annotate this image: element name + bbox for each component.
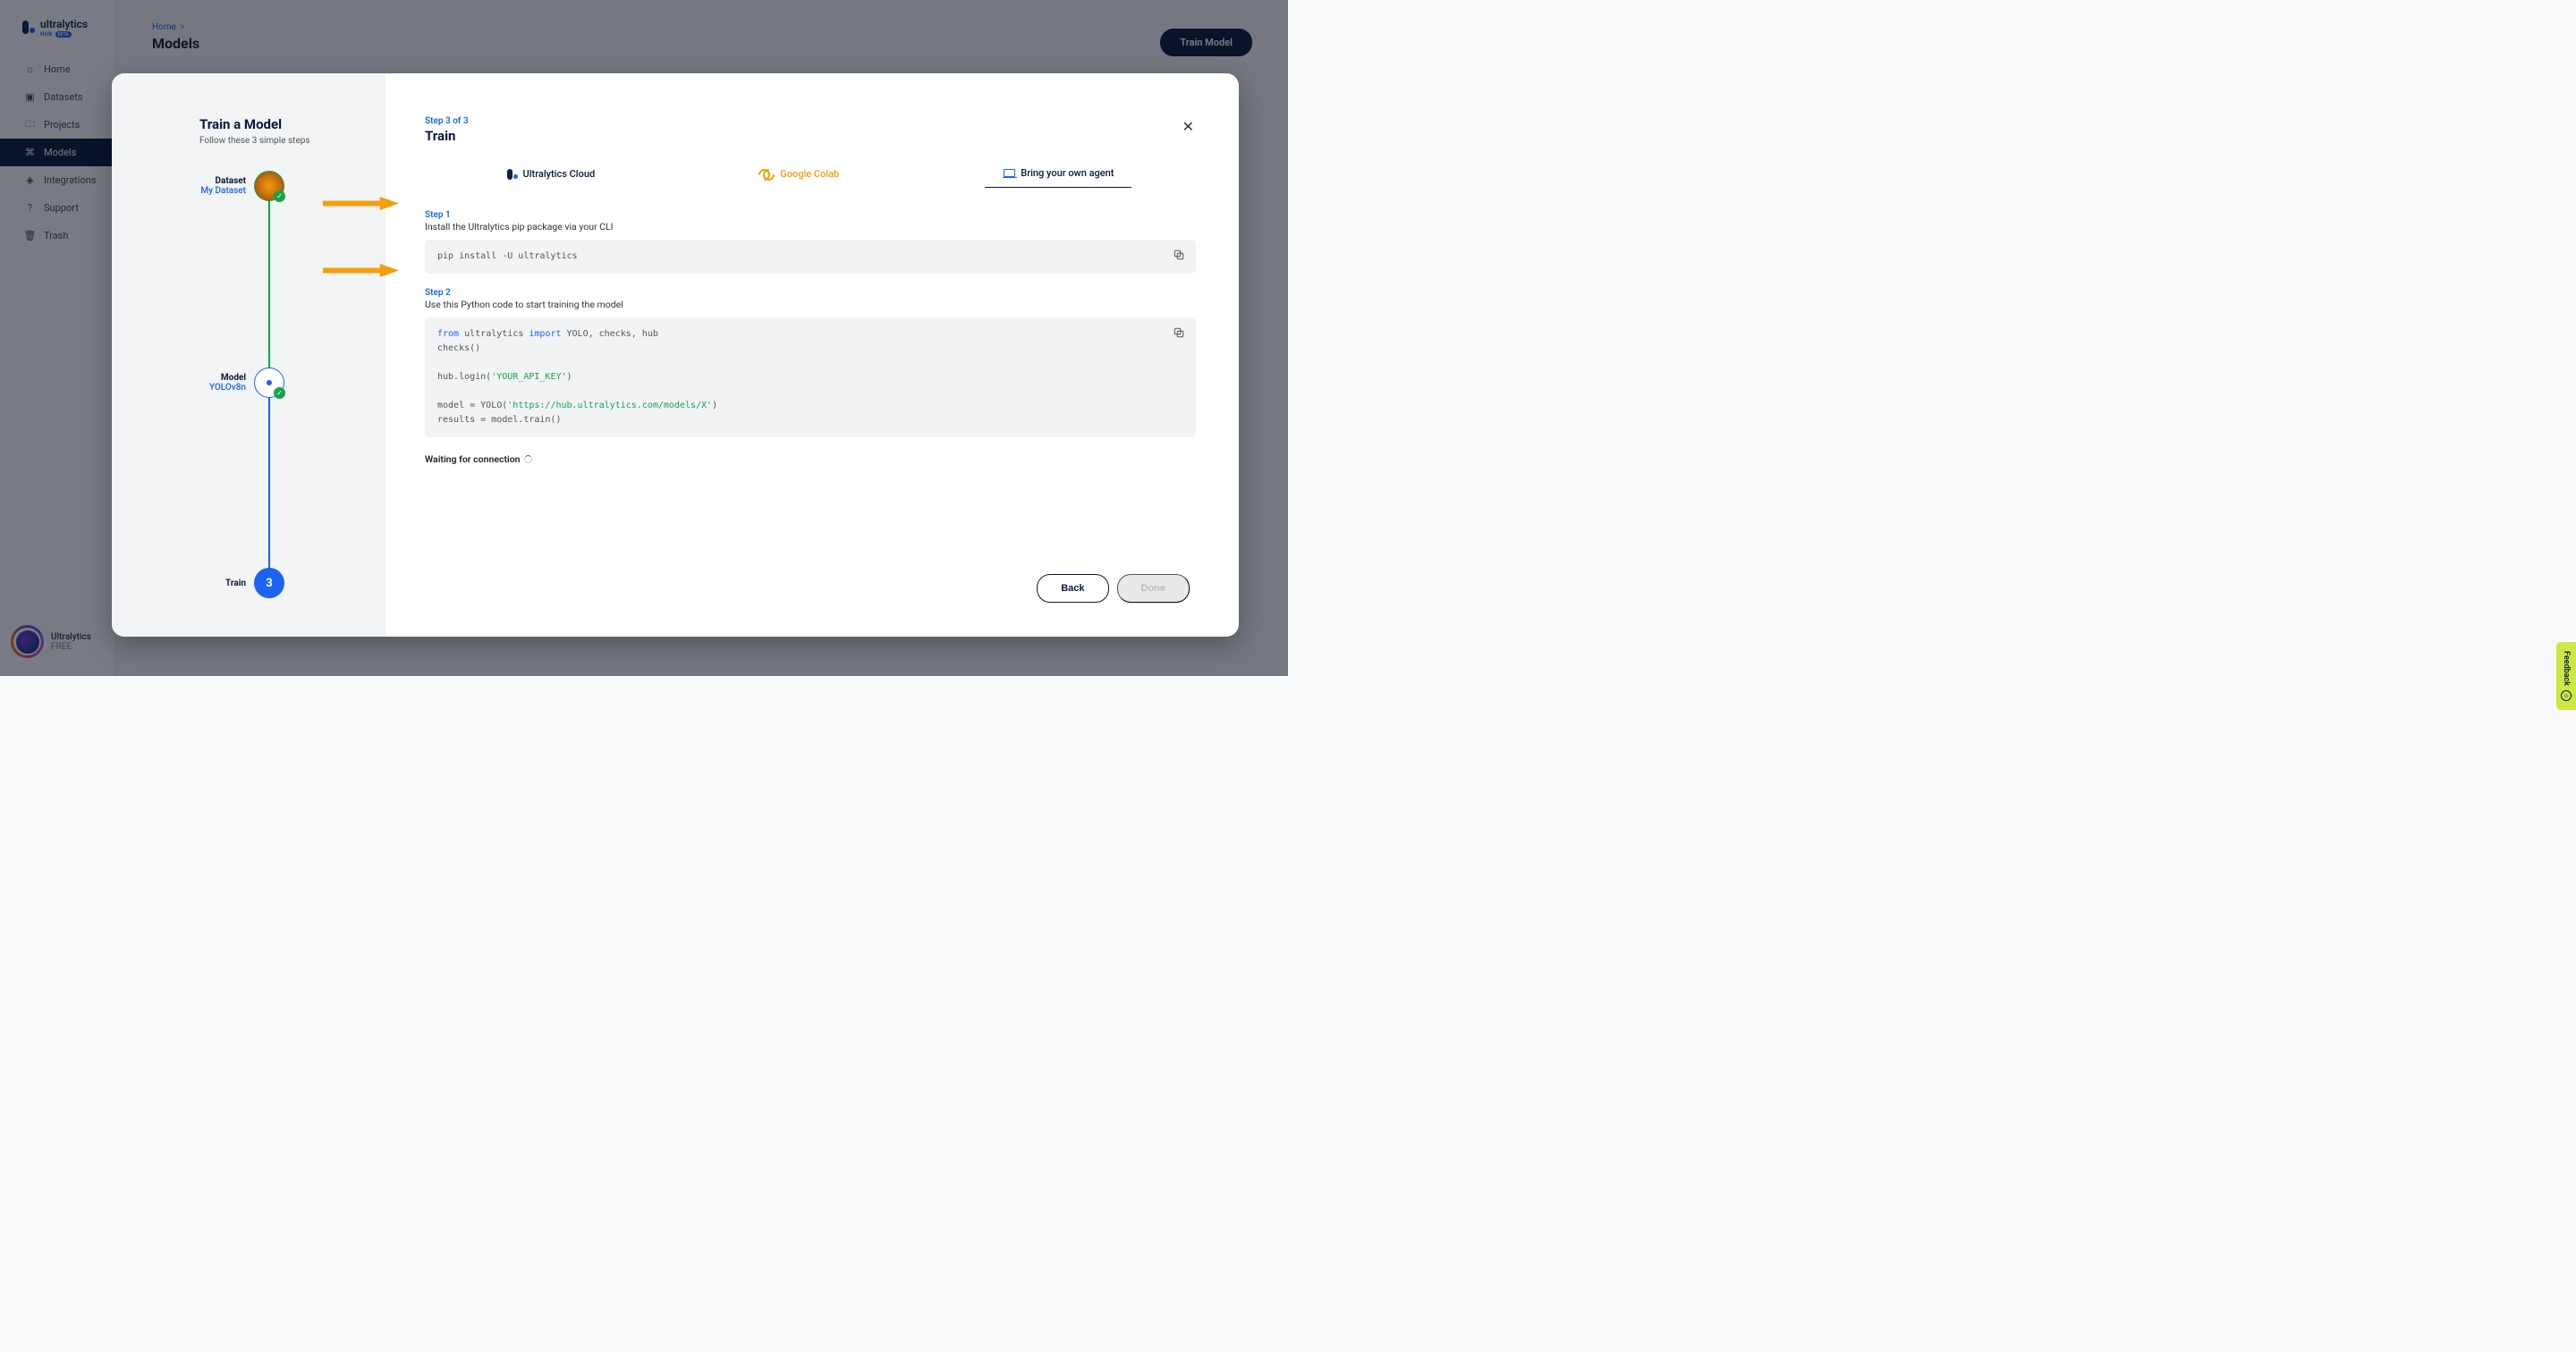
train-tabs: Ultralytics Cloud Google Colab Bring you… bbox=[425, 160, 1196, 188]
code-str: 'https://hub.ultralytics.com/models/X' bbox=[507, 401, 712, 410]
train-panel-title: Train bbox=[425, 128, 1196, 144]
code-text: checks() bbox=[437, 343, 480, 353]
step2-desc: Use this Python code to start training t… bbox=[425, 299, 1196, 310]
stepper-label: Train bbox=[225, 579, 246, 588]
stepper-label: Model bbox=[209, 373, 246, 383]
copy-button[interactable] bbox=[1173, 249, 1185, 261]
tab-label: Google Colab bbox=[780, 168, 839, 180]
code-text: pip install -U ultralytics bbox=[437, 251, 578, 261]
code-kw: import bbox=[529, 329, 561, 339]
code-text: ) bbox=[567, 372, 572, 382]
step1-label: Step 1 bbox=[425, 210, 1196, 220]
modal-title: Train a Model bbox=[199, 116, 359, 132]
step2-label: Step 2 bbox=[425, 288, 1196, 298]
train-modal: Train a Model Follow these 3 simple step… bbox=[112, 73, 1239, 637]
step-indicator: Step 3 of 3 bbox=[425, 116, 1196, 126]
stepper-node-dataset[interactable]: Dataset My Dataset ✓ bbox=[200, 171, 284, 201]
ultralytics-cloud-icon bbox=[507, 169, 518, 180]
tab-label: Ultralytics Cloud bbox=[523, 168, 596, 180]
waiting-text: Waiting for connection bbox=[425, 453, 521, 465]
tab-bring-your-own-agent[interactable]: Bring your own agent bbox=[985, 160, 1131, 188]
tab-label: Bring your own agent bbox=[1021, 167, 1114, 179]
modal-footer: Back Done bbox=[1037, 574, 1190, 603]
stepper-value: YOLOv8n bbox=[209, 383, 246, 393]
code-text: YOLO, checks, hub bbox=[562, 329, 658, 339]
model-node-icon: ✓ bbox=[254, 368, 284, 398]
step1-block: Step 1 Install the Ultralytics pip packa… bbox=[425, 210, 1196, 274]
stepper: Dataset My Dataset ✓ Model YOLOv8n ✓ Tra… bbox=[199, 171, 289, 591]
feedback-label: Feedback bbox=[2562, 651, 2571, 686]
dataset-thumb-icon: ✓ bbox=[254, 171, 284, 201]
code-str: 'YOUR_API_KEY' bbox=[491, 372, 566, 382]
spinner-icon bbox=[524, 455, 532, 463]
copy-button[interactable] bbox=[1173, 326, 1185, 339]
laptop-icon bbox=[1003, 166, 1015, 179]
stepper-node-model[interactable]: Model YOLOv8n ✓ bbox=[209, 368, 284, 398]
feedback-icon: ☺ bbox=[2561, 690, 2572, 701]
code-text: hub.login( bbox=[437, 372, 491, 382]
code-kw: from bbox=[437, 329, 459, 339]
tab-ultralytics-cloud[interactable]: Ultralytics Cloud bbox=[489, 162, 614, 186]
code-text: ) bbox=[712, 401, 717, 410]
step1-desc: Install the Ultralytics pip package via … bbox=[425, 221, 1196, 232]
modal-right-panel: ✕ Step 3 of 3 Train Ultralytics Cloud Go… bbox=[386, 73, 1239, 637]
code-text: results = model.train() bbox=[437, 415, 561, 425]
modal-subtitle: Follow these 3 simple steps bbox=[199, 136, 359, 146]
back-button[interactable]: Back bbox=[1037, 574, 1108, 603]
code-text: ultralytics bbox=[459, 329, 529, 339]
close-button[interactable]: ✕ bbox=[1182, 118, 1194, 135]
step1-code: pip install -U ultralytics bbox=[425, 240, 1196, 274]
colab-icon bbox=[758, 169, 775, 179]
done-button: Done bbox=[1117, 574, 1191, 603]
tab-google-colab[interactable]: Google Colab bbox=[741, 162, 857, 186]
step2-code: from ultralytics import YOLO, checks, hu… bbox=[425, 317, 1196, 437]
check-icon: ✓ bbox=[274, 387, 285, 399]
step2-block: Step 2 Use this Python code to start tra… bbox=[425, 288, 1196, 437]
modal-left-panel: Train a Model Follow these 3 simple step… bbox=[112, 73, 386, 637]
train-node-icon: 3 bbox=[254, 568, 284, 598]
code-text: model = YOLO( bbox=[437, 401, 507, 410]
check-icon: ✓ bbox=[274, 190, 285, 202]
waiting-status: Waiting for connection bbox=[425, 453, 1196, 465]
stepper-label: Dataset bbox=[200, 176, 246, 186]
stepper-node-train[interactable]: Train 3 bbox=[225, 568, 284, 598]
feedback-tab[interactable]: Feedback ☺ bbox=[2556, 642, 2576, 710]
stepper-value: My Dataset bbox=[200, 186, 246, 196]
